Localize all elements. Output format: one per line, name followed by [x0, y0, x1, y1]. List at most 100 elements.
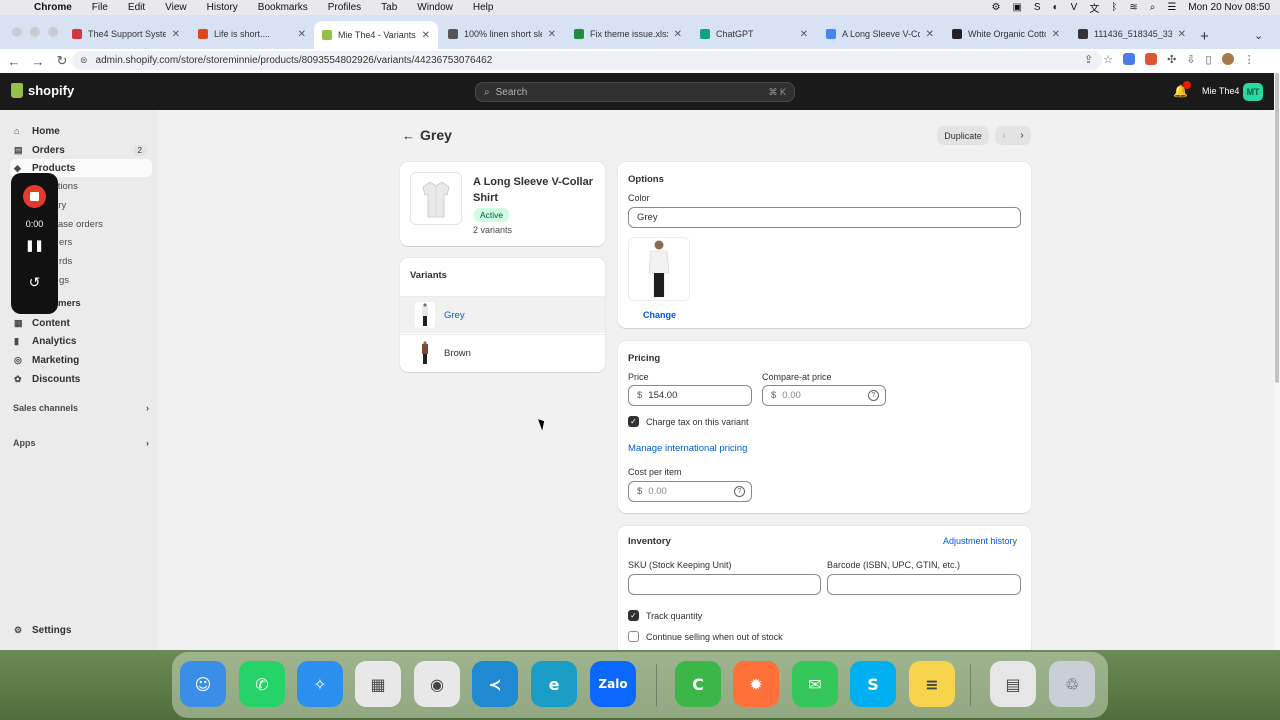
- chrome-menu-icon[interactable]: ⋮: [1244, 53, 1255, 66]
- translate-extension-icon[interactable]: [1123, 53, 1136, 65]
- color-value-field[interactable]: Grey: [628, 207, 1021, 228]
- charge-tax-checkbox[interactable]: ✓ Charge tax on this variant: [628, 416, 749, 427]
- variant-row-brown[interactable]: Brown: [400, 334, 605, 371]
- sidebar-apps[interactable]: Apps ›: [13, 438, 149, 448]
- close-tab-icon[interactable]: ✕: [548, 29, 556, 40]
- manage-international-pricing-link[interactable]: Manage international pricing: [628, 443, 747, 454]
- close-tab-icon[interactable]: ✕: [926, 29, 934, 40]
- firefox-dock-icon[interactable]: ✹: [733, 661, 779, 707]
- close-tab-icon[interactable]: ✕: [298, 29, 306, 40]
- zoom-window-button[interactable]: [48, 27, 58, 37]
- launchpad-dock-icon[interactable]: ▦: [355, 661, 401, 707]
- browser-tab[interactable]: A Long Sleeve V-Col ✕: [818, 21, 942, 47]
- browser-tab[interactable]: 100% linen short slee ✕: [440, 21, 564, 47]
- download-icon[interactable]: ⇩: [1186, 53, 1195, 66]
- preview-dock-icon[interactable]: ▤: [990, 661, 1036, 707]
- calendar-icon[interactable]: ▣: [1012, 2, 1021, 13]
- back-icon[interactable]: ←: [4, 54, 24, 69]
- close-tab-icon[interactable]: ✕: [800, 29, 808, 40]
- cost-per-item-input[interactable]: $ 0.00 ?: [628, 481, 752, 502]
- browser-tab[interactable]: White Organic Cotto ✕: [944, 21, 1068, 47]
- restart-icon[interactable]: ↺: [11, 274, 58, 291]
- reload-icon[interactable]: ↻: [52, 53, 72, 69]
- bookmark-star-icon[interactable]: ☆: [1103, 53, 1113, 66]
- price-input[interactable]: $ 154.00: [628, 385, 752, 406]
- sidebar-item-content[interactable]: ▦ Content: [10, 314, 152, 332]
- sidebar-item-home[interactable]: ⌂ Home: [10, 122, 152, 140]
- search-input[interactable]: ⌕ Search ⌘ K: [475, 82, 795, 102]
- stop-recording-button[interactable]: [23, 185, 46, 208]
- chrome-dock-icon[interactable]: ◉: [414, 661, 460, 707]
- profile-avatar[interactable]: [1221, 53, 1234, 65]
- sidebar-item-customers[interactable]: mers: [58, 298, 81, 309]
- browser-tab[interactable]: Mie The4 - Variants ✕: [314, 21, 438, 49]
- menu-file[interactable]: File: [82, 2, 118, 13]
- notifications-bell-icon[interactable]: 🔔: [1173, 81, 1191, 98]
- translate-icon[interactable]: 文: [1089, 0, 1099, 15]
- duplicate-button[interactable]: Duplicate: [937, 126, 989, 145]
- bluetooth-icon[interactable]: ᛒ: [1111, 2, 1117, 13]
- gear-icon[interactable]: ⚙: [992, 2, 1001, 13]
- pause-icon[interactable]: ❚❚: [11, 239, 58, 252]
- share-icon[interactable]: ⇪: [1084, 53, 1093, 66]
- messages-dock-icon[interactable]: ✉: [792, 661, 838, 707]
- compare-at-price-input[interactable]: $ 0.00 ?: [762, 385, 886, 406]
- skype-dock-icon[interactable]: S: [850, 661, 896, 707]
- sidepanel-icon[interactable]: ▯: [1206, 53, 1212, 66]
- previous-variant-button[interactable]: ‹: [995, 126, 1013, 145]
- close-tab-icon[interactable]: ✕: [674, 29, 682, 40]
- menu-edit[interactable]: Edit: [118, 2, 155, 13]
- trash-dock-icon[interactable]: ♲: [1049, 661, 1095, 707]
- forward-icon[interactable]: →: [28, 54, 48, 69]
- sidebar-sub-catalogs[interactable]: gs: [59, 275, 69, 286]
- sidebar-sub-purchase-orders[interactable]: ase orders: [58, 219, 103, 230]
- minimize-window-button[interactable]: [30, 27, 40, 37]
- barcode-input[interactable]: [827, 574, 1021, 595]
- product-thumbnail[interactable]: [410, 172, 462, 225]
- clock-text[interactable]: Mon 20 Nov 08:50: [1188, 2, 1270, 13]
- browser-tab[interactable]: Fix theme issue.xlsx ✕: [566, 21, 690, 47]
- close-tab-icon[interactable]: ✕: [172, 29, 180, 40]
- next-variant-button[interactable]: ›: [1013, 126, 1031, 145]
- new-tab-button[interactable]: +: [1200, 28, 1209, 45]
- vscode-dock-icon[interactable]: ≺: [472, 661, 518, 707]
- menu-profiles[interactable]: Profiles: [318, 2, 371, 13]
- sidebar-sales-channels[interactable]: Sales channels ›: [13, 403, 149, 413]
- menu-help[interactable]: Help: [463, 2, 504, 13]
- store-name[interactable]: Mie The4: [1202, 86, 1239, 96]
- variant-row-grey[interactable]: Grey: [400, 296, 605, 333]
- sidebar-item-discounts[interactable]: ✿ Discounts: [10, 370, 152, 388]
- browser-tab[interactable]: ChatGPT ✕: [692, 21, 816, 47]
- extension-icon[interactable]: [1145, 53, 1158, 65]
- browser-tab[interactable]: Life is short.... ✕: [190, 21, 314, 47]
- sidebar-sub-gift-cards[interactable]: rds: [59, 256, 72, 267]
- menu-view[interactable]: View: [155, 2, 197, 13]
- help-circle-icon[interactable]: ?: [734, 486, 745, 497]
- sidebar-item-settings[interactable]: ⚙ Settings: [10, 621, 152, 639]
- adjustment-history-link[interactable]: Adjustment history: [943, 536, 1017, 546]
- menu-history[interactable]: History: [197, 2, 248, 13]
- sku-input[interactable]: [628, 574, 821, 595]
- menu-tab[interactable]: Tab: [371, 2, 407, 13]
- whatsapp-dock-icon[interactable]: ✆: [239, 661, 285, 707]
- back-arrow-icon[interactable]: ←: [402, 128, 415, 143]
- sidebar-sub-transfers[interactable]: ers: [59, 237, 72, 248]
- menu-bookmarks[interactable]: Bookmarks: [248, 2, 318, 13]
- close-tab-icon[interactable]: ✕: [1178, 29, 1186, 40]
- browser-tab[interactable]: The4 Support Syster ✕: [64, 21, 188, 47]
- menu-app[interactable]: Chrome: [28, 2, 82, 13]
- notes-dock-icon[interactable]: ≡: [909, 661, 955, 707]
- change-image-link[interactable]: Change: [643, 310, 676, 320]
- site-info-icon[interactable]: ⊜: [80, 55, 88, 66]
- tab-search-icon[interactable]: ⌄: [1254, 29, 1263, 42]
- sidebar-item-marketing[interactable]: ◎ Marketing: [10, 351, 152, 369]
- finder-dock-icon[interactable]: ☺: [180, 661, 226, 707]
- product-name-link[interactable]: A Long Sleeve V-Collar Shirt: [473, 174, 598, 206]
- scrollbar-thumb[interactable]: [1275, 73, 1279, 383]
- coccoc-dock-icon[interactable]: C: [675, 661, 721, 707]
- page-scrollbar[interactable]: [1274, 73, 1280, 650]
- safari-dock-icon[interactable]: ✧: [297, 661, 343, 707]
- control-center-icon[interactable]: ☰: [1167, 2, 1176, 13]
- track-quantity-checkbox[interactable]: ✓ Track quantity: [628, 610, 702, 621]
- moon-icon[interactable]: ◐: [1053, 2, 1059, 13]
